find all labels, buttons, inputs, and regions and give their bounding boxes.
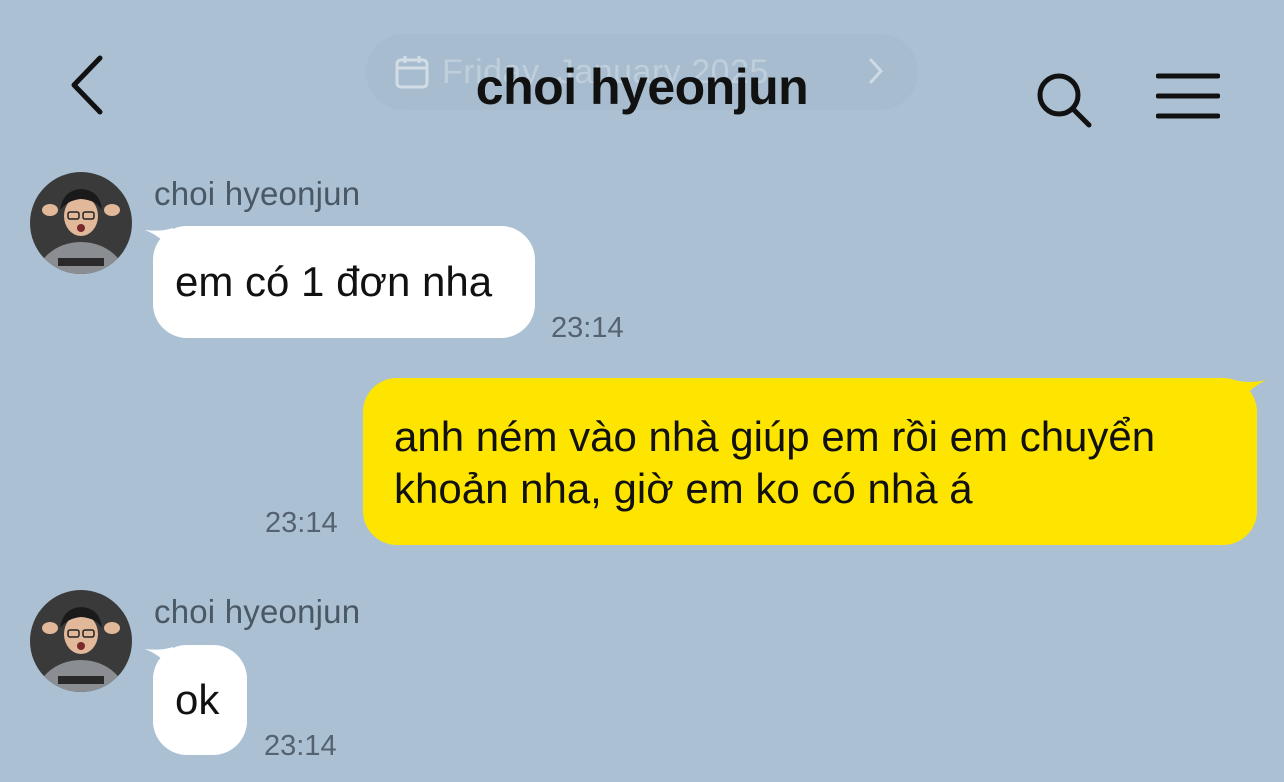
sender-name: choi hyeonjun	[154, 593, 361, 630]
message-text: ok	[175, 676, 220, 723]
message-text-line: anh ném vào nhà giúp em rồi em chuyển	[394, 413, 1156, 460]
message-bubble[interactable]: anh ném vào nhà giúp em rồi em chuyển kh…	[363, 378, 1257, 545]
avatar[interactable]	[30, 172, 132, 274]
message-text-line: khoản nha, giờ em ko có nhà á	[394, 465, 973, 512]
search-icon[interactable]	[1034, 70, 1094, 130]
sender-name: choi hyeonjun	[154, 175, 361, 212]
avatar[interactable]	[30, 590, 132, 692]
message-text: em có 1 đơn nha	[175, 258, 493, 305]
message-time: 23:14	[265, 507, 338, 539]
message-bubble[interactable]: em có 1 đơn nha	[153, 226, 535, 338]
message-time: 23:14	[264, 730, 337, 762]
message-time: 23:14	[551, 312, 624, 344]
avatar-image	[30, 590, 132, 692]
avatar-image	[30, 172, 132, 274]
message-bubble[interactable]: ok	[153, 645, 247, 755]
chat-header: Friday, January 2025 choi hyeonjun	[0, 0, 1284, 160]
hamburger-menu-icon[interactable]	[1156, 72, 1220, 120]
